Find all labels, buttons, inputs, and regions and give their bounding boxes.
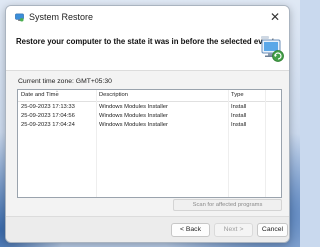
close-button[interactable]: ✕ <box>261 6 289 29</box>
scan-affected-programs-button[interactable]: Scan for affected programs <box>173 199 282 211</box>
system-restore-app-icon <box>15 13 24 22</box>
dialog-footer: < Back Next > Cancel <box>6 216 289 242</box>
row-type: Install <box>231 122 247 128</box>
row-date: 25-09-2023 17:13:33 <box>21 104 75 110</box>
table-header: ^ Date and Time Description Type <box>18 89 281 102</box>
row-type: Install <box>231 104 247 110</box>
row-date: 25-09-2023 17:04:24 <box>21 122 75 128</box>
restore-points-table[interactable]: ^ Date and Time Description Type 25-09-2… <box>17 89 282 198</box>
page-heading: Restore your computer to the state it wa… <box>16 37 275 46</box>
row-description: Windows Modules Installer <box>99 122 168 128</box>
table-row[interactable]: 25-09-2023 17:04:56 Windows Modules Inst… <box>18 112 281 121</box>
title-bar[interactable]: System Restore ✕ <box>6 6 289 29</box>
column-header-date[interactable]: Date and Time <box>21 92 59 98</box>
close-icon: ✕ <box>269 10 281 24</box>
row-type: Install <box>231 113 247 119</box>
row-description: Windows Modules Installer <box>99 104 168 110</box>
table-row[interactable]: 25-09-2023 17:04:24 Windows Modules Inst… <box>18 121 281 130</box>
system-restore-dialog: System Restore ✕ Restore your computer t… <box>5 5 290 243</box>
cancel-button[interactable]: Cancel <box>257 223 288 237</box>
table-row[interactable]: 25-09-2023 17:13:33 Windows Modules Inst… <box>18 103 281 112</box>
system-restore-icon <box>261 36 284 62</box>
dialog-header: Restore your computer to the state it wa… <box>6 29 289 71</box>
column-header-description[interactable]: Description <box>99 92 128 98</box>
row-date: 25-09-2023 17:04:56 <box>21 113 75 119</box>
column-header-type[interactable]: Type <box>231 92 244 98</box>
back-button[interactable]: < Back <box>171 223 210 237</box>
row-description: Windows Modules Installer <box>99 113 168 119</box>
current-time-zone: Current time zone: GMT+05:30 <box>18 78 112 85</box>
window-title: System Restore <box>29 12 94 22</box>
next-button[interactable]: Next > <box>214 223 253 237</box>
